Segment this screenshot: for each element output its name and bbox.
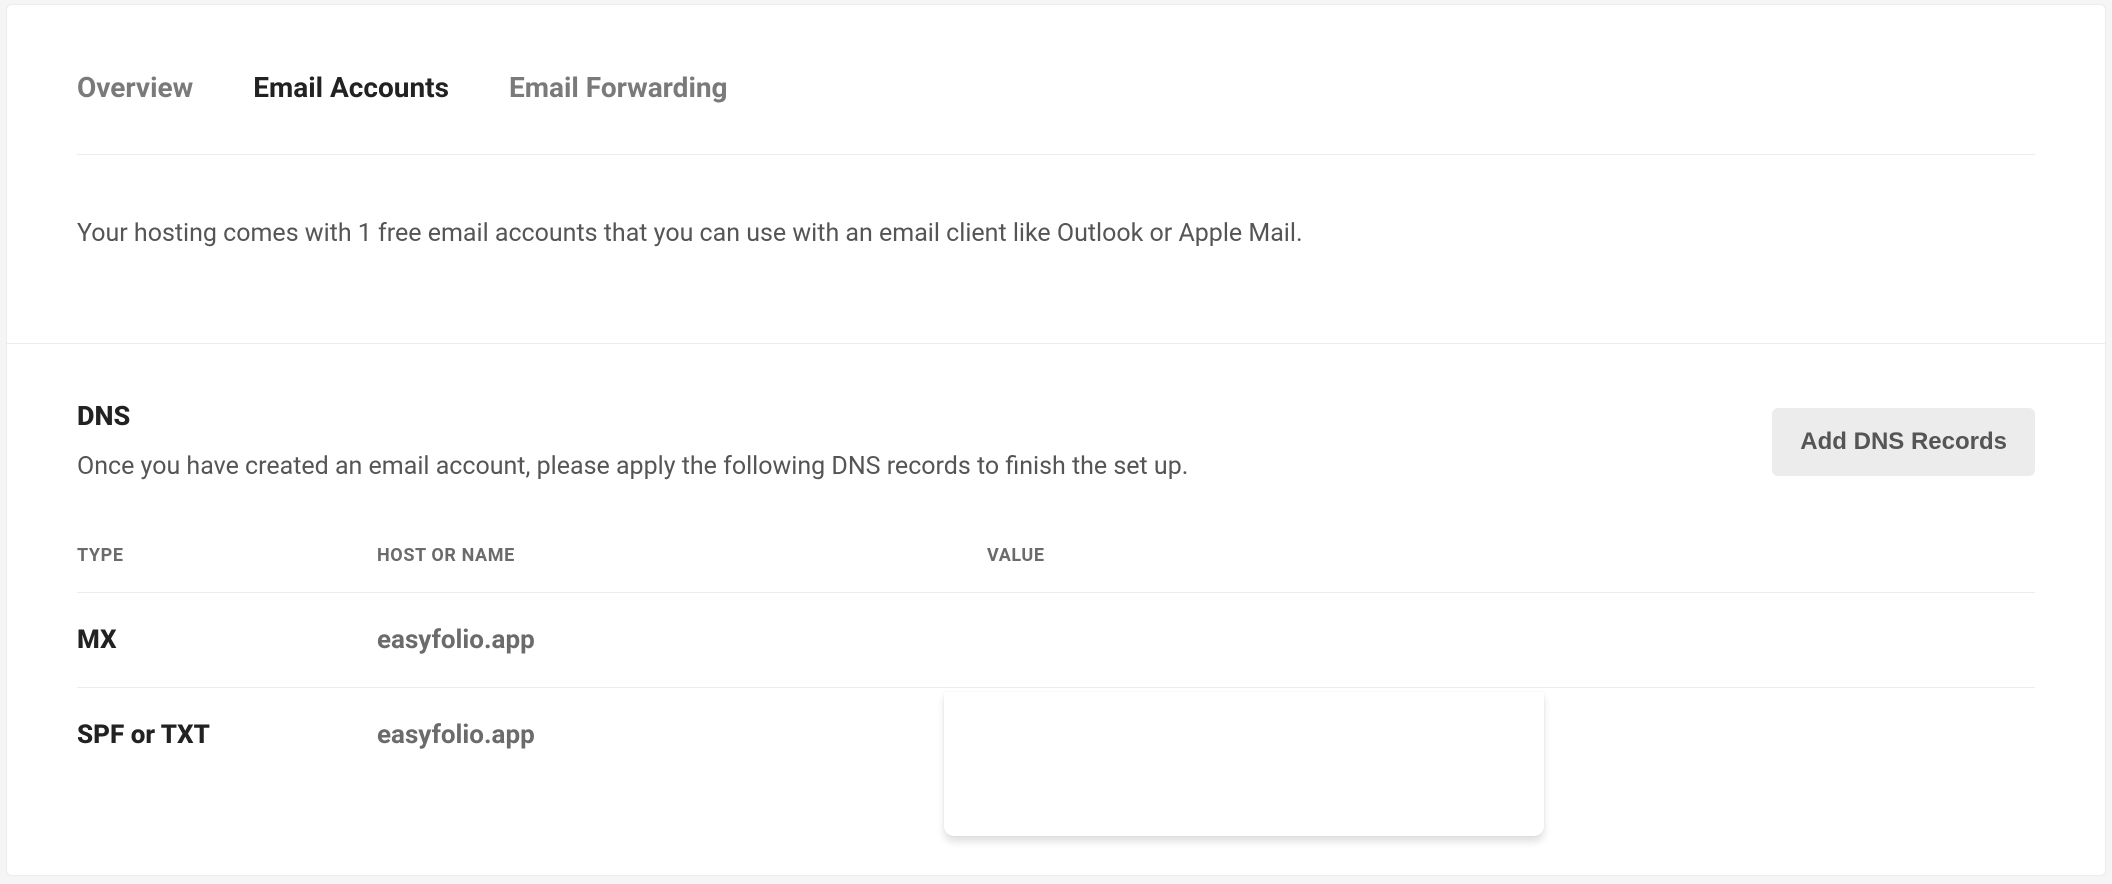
dns-table: TYPE HOST OR NAME VALUE MX easyfolio.app… <box>77 545 2035 782</box>
tab-overview[interactable]: Overview <box>77 71 193 104</box>
dns-row: SPF or TXT easyfolio.app <box>77 687 2035 782</box>
dns-row-type: SPF or TXT <box>77 720 377 750</box>
tabs: Overview Email Accounts Email Forwarding <box>7 5 2105 154</box>
tab-email-accounts[interactable]: Email Accounts <box>253 71 449 104</box>
dns-header-left: DNS Once you have created an email accou… <box>77 400 1188 486</box>
dns-title: DNS <box>77 400 1188 432</box>
dns-row: MX easyfolio.app <box>77 592 2035 687</box>
col-value: VALUE <box>987 545 2035 566</box>
dns-row-host: easyfolio.app <box>377 720 987 750</box>
col-host: HOST OR NAME <box>377 545 987 566</box>
dns-row-type: MX <box>77 625 377 655</box>
dns-header: DNS Once you have created an email accou… <box>77 400 2035 486</box>
dns-table-header: TYPE HOST OR NAME VALUE <box>77 545 2035 592</box>
dns-subtitle: Once you have created an email account, … <box>77 448 1188 486</box>
intro-text: Your hosting comes with 1 free email acc… <box>7 155 2105 343</box>
main-card: Overview Email Accounts Email Forwarding… <box>6 4 2106 876</box>
col-type: TYPE <box>77 545 377 566</box>
dns-row-host: easyfolio.app <box>377 625 987 655</box>
add-dns-records-button[interactable]: Add DNS Records <box>1772 408 2035 476</box>
dns-section: DNS Once you have created an email accou… <box>7 344 2105 783</box>
tab-email-forwarding[interactable]: Email Forwarding <box>509 71 728 104</box>
